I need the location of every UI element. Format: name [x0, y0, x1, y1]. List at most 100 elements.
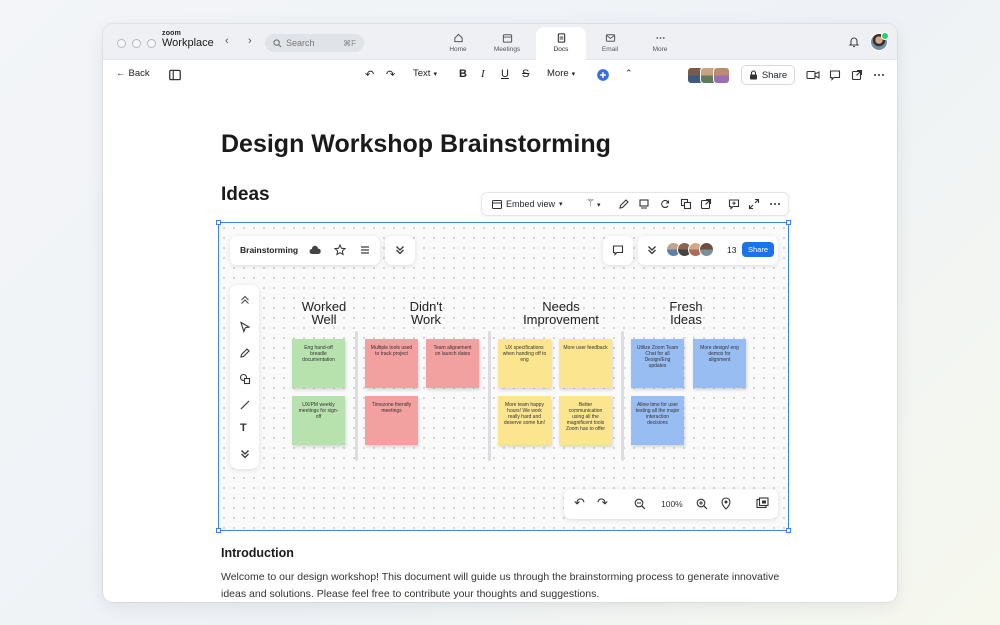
text-style-label: Text: [413, 68, 431, 79]
bold-button[interactable]: B: [459, 68, 467, 80]
copy-icon[interactable]: [680, 198, 692, 210]
redo-icon[interactable]: ↷: [597, 495, 608, 511]
board-avatars[interactable]: [666, 242, 714, 257]
open-external-icon[interactable]: [700, 198, 712, 210]
column-divider: [488, 331, 491, 461]
redo-icon[interactable]: ↷: [386, 68, 395, 81]
zoom-in-icon[interactable]: [696, 498, 708, 510]
location-pin-icon[interactable]: [720, 497, 732, 510]
intro-paragraph[interactable]: Welcome to our design workshop! This doc…: [221, 569, 781, 602]
maximize-window-button[interactable]: [147, 39, 156, 48]
app-window: zoom Workplace ‹ › Search ⌘F Home Meetin…: [103, 24, 897, 602]
refresh-icon[interactable]: [659, 198, 671, 210]
tab-meetings[interactable]: Meetings: [482, 27, 532, 60]
back-button-label: Back: [128, 68, 150, 79]
double-chevron-down-icon[interactable]: [239, 448, 251, 460]
board-name[interactable]: Brainstorming: [240, 245, 298, 255]
tab-email[interactable]: Email: [585, 27, 635, 60]
column-heading-didnt-work[interactable]: Didn't Work: [366, 300, 486, 326]
search-input[interactable]: Search ⌘F: [265, 34, 364, 52]
resize-handle[interactable]: [216, 528, 221, 533]
intro-heading[interactable]: Introduction: [221, 546, 294, 560]
minimap-icon[interactable]: [756, 497, 769, 510]
section-heading[interactable]: Ideas: [221, 184, 270, 206]
sticky-note[interactable]: UX specifications when handing off to en…: [498, 339, 551, 388]
sticky-note[interactable]: UX/PM weekly meetings for sign-off: [292, 396, 345, 445]
collapse-toolbar-button[interactable]: [385, 236, 415, 265]
sticky-note[interactable]: Utilize Zoom Team Chat for all Design/En…: [631, 339, 684, 388]
open-external-icon[interactable]: [851, 69, 863, 81]
calendar-icon: [502, 34, 512, 43]
board-share-button[interactable]: Share: [742, 242, 774, 257]
sticky-note[interactable]: More team happy hours! We work really ha…: [498, 396, 551, 445]
resize-handle[interactable]: [786, 528, 791, 533]
sticky-note[interactable]: Timezone friendly meetings: [365, 396, 418, 445]
shapes-icon[interactable]: [239, 373, 251, 385]
line-icon[interactable]: [239, 399, 251, 411]
pen-icon[interactable]: [239, 347, 251, 359]
video-icon[interactable]: [806, 69, 820, 81]
expand-icon[interactable]: [748, 198, 760, 210]
user-avatar[interactable]: [870, 32, 889, 51]
sidebar-toggle-icon[interactable]: [168, 68, 182, 82]
bell-icon[interactable]: [848, 35, 860, 48]
resize-handle[interactable]: [786, 220, 791, 225]
chevron-up-icon[interactable]: ⌃: [625, 68, 633, 79]
frame-icon[interactable]: [638, 198, 650, 210]
text-style-dropdown[interactable]: Text ▾: [413, 68, 437, 79]
italic-button[interactable]: I: [481, 68, 485, 80]
double-chevron-up-icon[interactable]: [239, 294, 251, 306]
embed-icon: [492, 199, 502, 209]
document-title[interactable]: Design Workshop Brainstorming: [221, 130, 611, 159]
sticky-note[interactable]: Allow time for user testing all the majo…: [631, 396, 684, 445]
column-heading-needs-improvement[interactable]: Needs Improvement: [501, 300, 621, 326]
embed-view-dropdown[interactable]: Embed view ▾: [492, 199, 563, 209]
menu-icon[interactable]: [359, 244, 371, 256]
resize-handle[interactable]: [216, 220, 221, 225]
sticky-note[interactable]: More user feedback: [559, 339, 612, 388]
collaborator-avatars[interactable]: [687, 67, 730, 84]
more-format-dropdown[interactable]: More ▾: [547, 68, 575, 79]
comment-icon[interactable]: [829, 69, 841, 81]
close-window-button[interactable]: [117, 39, 126, 48]
undo-icon[interactable]: ↶: [574, 495, 585, 511]
select-pointer-icon[interactable]: [239, 321, 251, 333]
sticky-note[interactable]: More design/ eng demos for alignment: [693, 339, 746, 388]
underline-button[interactable]: U: [501, 68, 509, 80]
back-button[interactable]: ← Back: [116, 68, 150, 79]
whiteboard-embed[interactable]: Brainstorming 13 Share T Worked Well Did…: [216, 220, 791, 533]
insert-plus-icon[interactable]: [596, 68, 610, 82]
tab-docs[interactable]: Docs: [536, 27, 586, 60]
more-options-icon[interactable]: [769, 198, 781, 210]
chevron-down-icon[interactable]: ▾: [597, 201, 601, 209]
text-tool-icon[interactable]: T: [240, 422, 247, 434]
double-chevron-down-icon: [396, 246, 404, 255]
comment-icon[interactable]: [728, 198, 740, 210]
back-arrow-icon[interactable]: ‹: [225, 35, 229, 47]
sticky-note[interactable]: Team alignement on launch dates: [426, 339, 479, 388]
pencil-icon[interactable]: [618, 198, 630, 210]
more-icon: [655, 37, 665, 39]
double-chevron-down-icon[interactable]: [646, 244, 658, 256]
forward-arrow-icon[interactable]: ›: [248, 35, 252, 47]
board-comment-button[interactable]: [603, 236, 633, 265]
column-heading-fresh-ideas[interactable]: Fresh Ideas: [626, 300, 746, 326]
tab-home-label: Home: [449, 46, 467, 53]
embed-toolbar: Embed view ▾ ⚚ ▾: [481, 192, 789, 216]
zoom-out-icon[interactable]: [634, 498, 646, 510]
chevron-down-icon: ▾: [433, 70, 437, 78]
window-controls: [117, 39, 156, 48]
sticky-note[interactable]: Better communication using all the magni…: [559, 396, 612, 445]
undo-icon[interactable]: ↶: [365, 68, 374, 81]
share-button[interactable]: Share: [741, 65, 795, 85]
sticky-note[interactable]: Multiple tools used to track project: [365, 339, 418, 388]
minimize-window-button[interactable]: [132, 39, 141, 48]
more-options-icon[interactable]: [873, 69, 885, 81]
strikethrough-button[interactable]: S: [522, 68, 529, 80]
tab-more[interactable]: More: [635, 27, 685, 60]
star-icon[interactable]: [334, 244, 346, 256]
tab-home[interactable]: Home: [433, 27, 483, 60]
sticky-note[interactable]: Eng hand-off breadle documentation: [292, 339, 345, 388]
zoom-level[interactable]: 100%: [661, 499, 683, 509]
magic-wand-icon[interactable]: ⚚: [586, 198, 595, 209]
